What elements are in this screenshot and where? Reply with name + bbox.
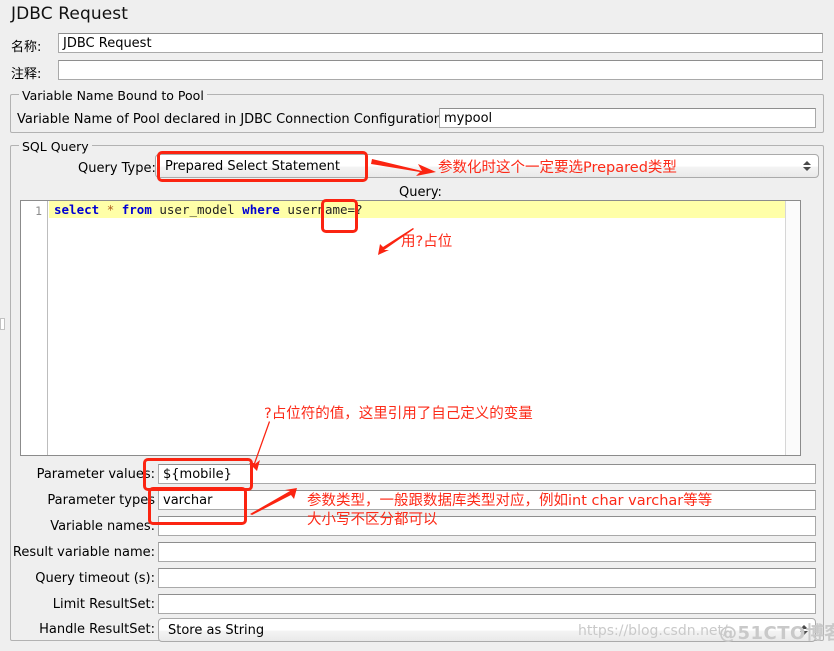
comment-label: 注释:	[11, 67, 42, 82]
jdbc-request-panel: JDBC Request 名称: JDBC Request 注释: Variab…	[0, 0, 834, 651]
editor-vertical-scrollbar[interactable]	[785, 201, 800, 455]
query-caption: Query:	[399, 185, 442, 200]
editor-gutter: 1	[21, 201, 48, 455]
parameter-values-label: Parameter values:	[36, 467, 155, 482]
handle-resultset-combo[interactable]: Store as String	[158, 618, 816, 642]
sql-code-line: select * from user_model where username=…	[49, 201, 785, 218]
annotation-param-value: ?占位符的值，这里引用了自己定义的变量	[264, 406, 533, 422]
annotation-param-types-line2: 大小写不区分都可以	[307, 512, 438, 528]
annotation-param-types-line1: 参数类型，一般跟数据库类型对应，例如int char varchar等等	[307, 493, 713, 509]
annotation-query-type: 参数化时这个一定要选Prepared类型	[438, 160, 677, 176]
pool-field-label: Variable Name of Pool declared in JDBC C…	[17, 112, 447, 127]
limit-resultset-label: Limit ResultSet:	[52, 597, 155, 612]
variable-names-label: Variable names:	[50, 519, 155, 534]
query-type-label: Query Type:	[78, 161, 156, 176]
annotation-arrow-query-type	[371, 159, 436, 176]
chevron-updown-icon	[799, 622, 808, 638]
query-timeout-input[interactable]	[158, 568, 816, 588]
handle-resultset-label: Handle ResultSet:	[39, 622, 155, 637]
chevron-updown-icon	[802, 158, 811, 174]
name-label: 名称:	[11, 40, 42, 55]
limit-resultset-input[interactable]	[158, 594, 816, 614]
variable-names-input[interactable]	[158, 516, 816, 536]
comment-input[interactable]	[58, 60, 823, 80]
annotation-placeholder: 用?占位	[401, 234, 453, 250]
name-input[interactable]: JDBC Request	[58, 33, 823, 53]
handle-resultset-value: Store as String	[168, 622, 265, 638]
page-title: JDBC Request	[11, 4, 128, 24]
panel-divider-handle[interactable]	[0, 318, 5, 330]
pool-name-input[interactable]: mypool	[439, 108, 816, 128]
result-variable-name-label: Result variable name:	[12, 545, 155, 560]
query-timeout-label: Query timeout (s):	[35, 571, 155, 586]
pool-group-title: Variable Name Bound to Pool	[19, 88, 207, 103]
annotation-arrow-parameter-types	[250, 488, 297, 515]
query-type-value: Prepared Select Statement	[165, 158, 340, 174]
result-variable-name-input[interactable]	[158, 542, 816, 562]
annotation-arrow-param-value	[249, 421, 270, 471]
parameter-types-label: Parameter types	[47, 493, 155, 508]
sql-group-title: SQL Query	[19, 139, 92, 154]
line-number: 1	[35, 204, 42, 218]
